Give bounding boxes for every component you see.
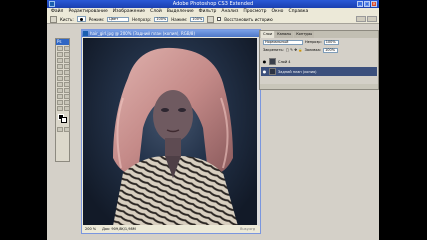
path-selection-tool-icon[interactable] <box>57 88 63 93</box>
document-title: hair_girl.jpg @ 200% (Задний план (копия… <box>90 31 196 36</box>
restore-history-label: Восстановить историю <box>224 16 273 22</box>
menu-bar: Файл Редактирование Изображение Слой Выд… <box>47 8 379 15</box>
magic-wand-tool-icon[interactable] <box>64 52 70 57</box>
eraser-tool-icon[interactable] <box>57 76 63 81</box>
brush-picker[interactable] <box>76 16 86 22</box>
layer-name: Слой 4 <box>278 59 291 64</box>
tool-presets-tab[interactable] <box>367 16 377 22</box>
visibility-eye-icon[interactable]: ● <box>262 59 267 64</box>
menu-select[interactable]: Выделение <box>167 8 194 15</box>
document-size-info: Док: 909,8K/1,98M <box>102 226 136 231</box>
menu-edit[interactable]: Редактирование <box>68 8 107 15</box>
zoom-tool-icon[interactable] <box>64 106 70 111</box>
restore-history-checkbox[interactable] <box>217 17 222 21</box>
photoshop-window: Adobe Photoshop CS3 Extended _ □ × Файл … <box>47 0 379 240</box>
dodge-tool-icon[interactable] <box>64 82 70 87</box>
layer-opacity-input[interactable]: 100% <box>323 39 339 45</box>
document-status-bar: 200 % Док: 909,8K/1,98M Busy.org <box>83 225 258 232</box>
fill-label: Заливка: <box>304 48 322 52</box>
screen-mode-icon[interactable] <box>64 127 70 132</box>
marquee-tool-icon[interactable] <box>64 46 70 51</box>
layer-thumbnail <box>269 58 276 65</box>
brush-label: Кисть: <box>60 16 74 22</box>
pen-tool-icon[interactable] <box>57 94 63 99</box>
gradient-tool-icon[interactable] <box>64 76 70 81</box>
watermark-text: Busy.org <box>240 226 255 231</box>
lock-label: Закрепить: <box>263 48 284 52</box>
layer-opacity-label: Непрозр: <box>305 40 322 44</box>
visibility-eye-icon[interactable]: ● <box>262 69 267 74</box>
move-tool-icon[interactable] <box>57 46 63 51</box>
document-window: hair_girl.jpg @ 200% (Задний план (копия… <box>81 29 261 234</box>
tab-layers[interactable]: Слои <box>261 31 275 38</box>
lock-icons[interactable]: ▢ ✎ ✥ 🔒 <box>286 48 303 52</box>
blur-tool-icon[interactable] <box>57 82 63 87</box>
menu-file[interactable]: Файл <box>51 8 63 15</box>
layer-row[interactable]: ● Слой 4 <box>261 57 377 66</box>
shape-tool-icon[interactable] <box>64 94 70 99</box>
tab-paths[interactable]: Контуры <box>294 31 315 38</box>
brush-tool-icon[interactable] <box>64 64 70 69</box>
flow-input[interactable]: 100% <box>190 16 205 22</box>
color-swatches <box>56 114 69 126</box>
hand-tool-icon[interactable] <box>57 106 63 111</box>
brushes-palette-tab[interactable] <box>356 16 366 22</box>
background-color[interactable] <box>61 117 67 123</box>
document-icon <box>83 31 88 36</box>
opacity-input[interactable]: 100% <box>154 16 169 22</box>
type-tool-icon[interactable] <box>64 88 70 93</box>
eyedropper-tool-icon[interactable] <box>64 100 70 105</box>
mode-select[interactable]: Цвет <box>107 16 130 22</box>
slice-tool-icon[interactable] <box>64 58 70 63</box>
close-button[interactable]: × <box>371 1 377 7</box>
crop-tool-icon[interactable] <box>57 58 63 63</box>
layers-panel: Слои Каналы Контуры Нормальный Непрозр: … <box>259 30 379 90</box>
history-brush-tool-icon[interactable] <box>50 15 57 23</box>
layers-panel-footer <box>260 84 378 89</box>
maximize-button[interactable]: □ <box>364 1 370 7</box>
blend-mode-select[interactable]: Нормальный <box>263 39 303 45</box>
opacity-label: Непрозр: <box>132 16 152 22</box>
airbrush-icon[interactable] <box>207 15 215 23</box>
clone-stamp-tool-icon[interactable] <box>57 70 63 75</box>
options-bar: Кисть: Режим: Цвет Непрозр: 100% Нажим: … <box>47 15 379 24</box>
image-canvas[interactable] <box>83 38 258 226</box>
menu-analysis[interactable]: Анализ <box>221 8 238 15</box>
menu-help[interactable]: Справка <box>288 8 308 15</box>
menu-window[interactable]: Окно <box>271 8 283 15</box>
fill-input[interactable]: 100% <box>323 47 339 53</box>
quick-mask-icon[interactable] <box>57 127 63 132</box>
title-bar: Adobe Photoshop CS3 Extended _ □ × <box>47 0 379 8</box>
menu-image[interactable]: Изображение <box>113 8 145 15</box>
notes-tool-icon[interactable] <box>57 100 63 105</box>
mode-label: Режим: <box>88 16 105 22</box>
minimize-button[interactable]: _ <box>357 1 363 7</box>
menu-layer[interactable]: Слой <box>150 8 162 15</box>
healing-brush-tool-icon[interactable] <box>57 64 63 69</box>
flow-label: Нажим: <box>171 16 188 22</box>
layer-row-selected[interactable]: ● Задний план (копия) <box>261 67 377 76</box>
zoom-level[interactable]: 200 % <box>85 227 96 231</box>
layer-thumbnail <box>269 68 276 75</box>
menu-filter[interactable]: Фильтр <box>199 8 217 15</box>
document-title-bar: hair_girl.jpg @ 200% (Задний план (копия… <box>82 30 260 37</box>
layer-name: Задний план (копия) <box>278 69 317 74</box>
toolbox: Ps <box>55 38 70 162</box>
portrait-image <box>113 47 238 226</box>
tab-channels[interactable]: Каналы <box>275 31 294 38</box>
history-brush-icon[interactable] <box>64 70 70 75</box>
window-title: Adobe Photoshop CS3 Extended <box>172 1 254 7</box>
lasso-tool-icon[interactable] <box>57 52 63 57</box>
menu-view[interactable]: Просмотр <box>243 8 266 15</box>
